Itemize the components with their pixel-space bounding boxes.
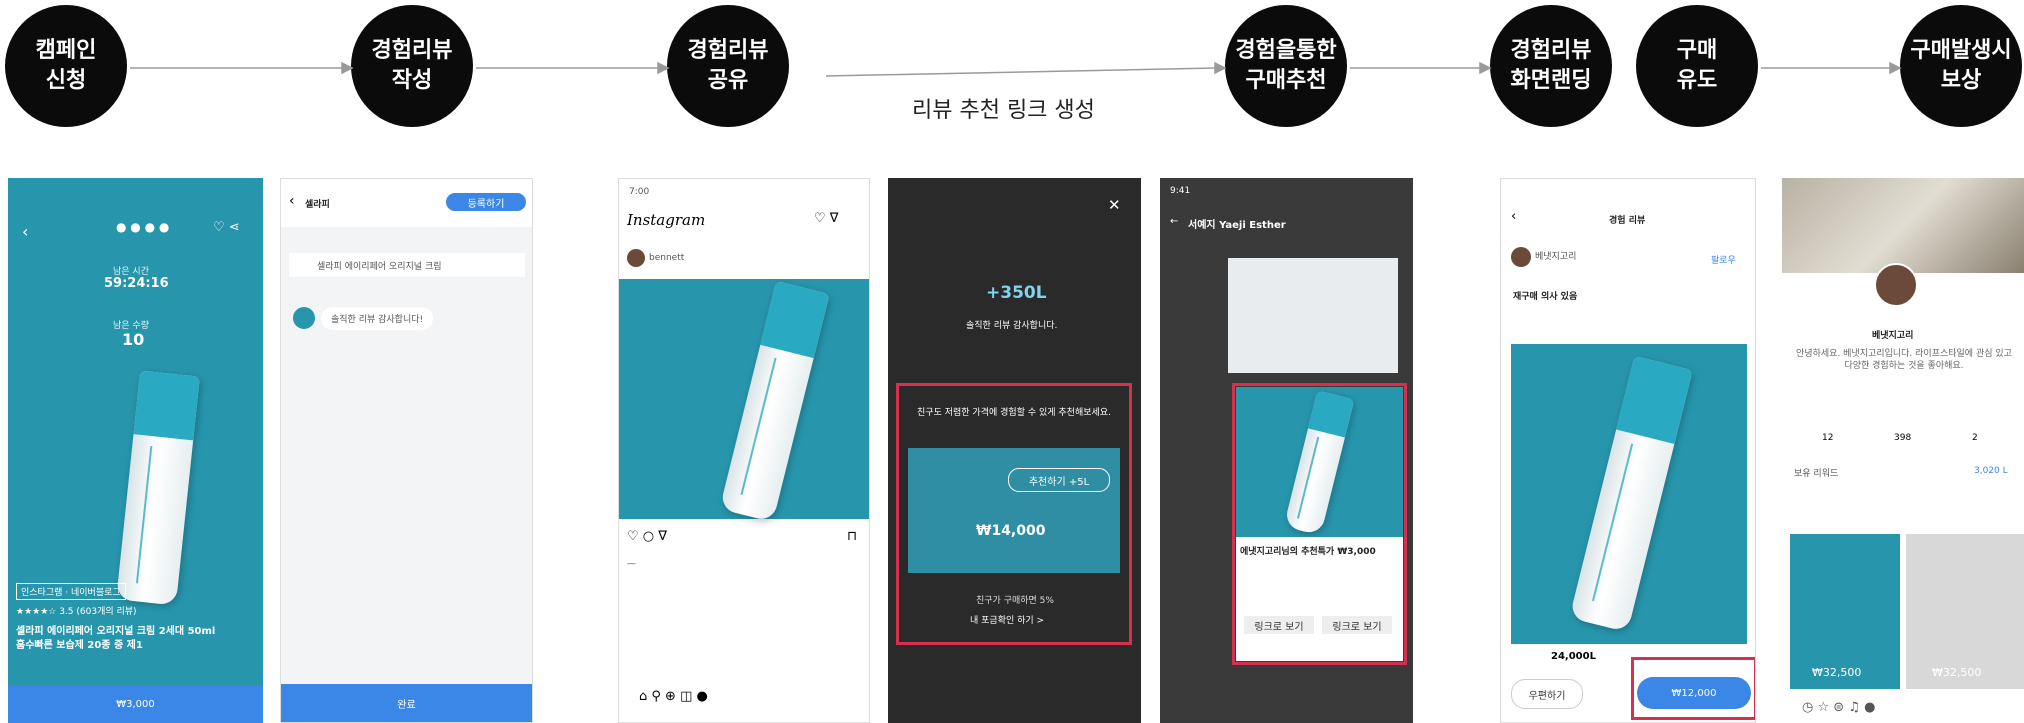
avatar	[627, 249, 645, 267]
nav-icons[interactable]: ⌂ ⚲ ⊕ ◫ ●	[639, 689, 708, 704]
link-caption: 리뷰 추천 링크 생성	[912, 98, 1095, 123]
follow-link[interactable]: 팔로우	[1711, 253, 1736, 266]
reward-note: 친구가 구매하면 5%	[976, 596, 1054, 606]
status-time: 7:00	[629, 187, 650, 197]
reward-label: 보유 리워드	[1794, 469, 1839, 479]
avatar	[1511, 247, 1531, 267]
rating: ★★★★☆ 3.5 (603개의 리뷰)	[16, 607, 137, 617]
cover-image	[1782, 178, 2024, 273]
stat-2: 398	[1894, 433, 1912, 443]
screen-profile: 베냇지고리 안녕하세요. 베냇지고리입니다. 라이프스타일에 관심 있고 다양한…	[1782, 178, 2024, 723]
stat-3: 2	[1972, 433, 1978, 443]
reward-price: ₩14,000	[976, 523, 1046, 539]
apply-price: ₩3,000	[116, 698, 155, 710]
back-icon[interactable]: ‹	[289, 193, 295, 209]
tag-badge: 인스타그램 · 네이버블로그	[16, 583, 126, 600]
thanks-text: 솔직한 리뷰 감사합니다.	[966, 321, 1058, 331]
buy-link-button[interactable]: 링크로 보기	[1322, 616, 1392, 634]
submit-label: 등록하기	[467, 198, 505, 210]
view-link-button[interactable]: 링크로 보기	[1244, 616, 1314, 634]
card-price-1: ₩32,500	[1812, 666, 1862, 679]
share-button[interactable]: 우편하기	[1511, 679, 1583, 709]
buy-button[interactable]: ₩12,000	[1637, 677, 1751, 709]
recommend-text: 친구도 저렴한 가격에 경험할 수 있게 추천해보세요.	[917, 408, 1111, 418]
heart-icon[interactable]: ♡ ∇	[814, 211, 838, 226]
recommend-label: 추천하기 +5L	[1028, 476, 1090, 488]
price-tag: 24,000L	[1551, 651, 1596, 662]
status-time: 9:41	[1170, 186, 1191, 196]
product-sub: 홈수빠른 보습제 20종 중 제1	[16, 640, 143, 651]
apply-button[interactable]: ₩3,000	[8, 685, 263, 723]
caption-text: —	[627, 559, 636, 569]
buy-price: ₩12,000	[1671, 687, 1717, 699]
back-icon[interactable]: ‹	[1511, 209, 1516, 224]
card-title: 에냇지고리님의 추천특가 ₩3,000	[1240, 547, 1376, 557]
user-name: bennett	[649, 253, 685, 263]
stat-1: 12	[1822, 433, 1834, 443]
heart-icon[interactable]: ♡ ⋖	[213, 220, 240, 235]
share-label: 우편하기	[1528, 690, 1566, 702]
like-icon[interactable]: ♡ ○ ∇	[627, 529, 667, 544]
screen-review-landing: ‹ 경험 리뷰 베냇지고리 팔로우 재구매 의사 있음 24,000L 우편하기…	[1500, 178, 1756, 723]
profile-intro: 안녕하세요. 베냇지고리입니다. 라이프스타일에 관심 있고 다양한 경험하는 …	[1796, 349, 2012, 371]
done-label: 완료	[397, 699, 416, 711]
screen-chat: 9:41 ← 서예지 Yaeji Esther 에냇지고리님의 추천특가 ₩3,…	[1160, 178, 1413, 723]
points: +350L	[986, 283, 1047, 303]
close-icon[interactable]: ✕	[1108, 196, 1121, 214]
recommend-button[interactable]: 추천하기 +5L	[1008, 468, 1110, 492]
screen-write-review: ‹ 셀라피 등록하기 셀라피 에이리페어 오리지널 크림 솔직한 리뷰 감사합니…	[280, 178, 533, 723]
count: 10	[122, 330, 145, 349]
screen-campaign: ‹ ● ● ● ● ♡ ⋖ 남은 시간 59:24:16 남은 수량 10 인스…	[8, 178, 263, 723]
back-icon[interactable]: ←	[1170, 216, 1178, 227]
dots-icon: ● ● ● ●	[116, 220, 170, 234]
reward-value: 3,020 L	[1974, 466, 2008, 476]
done-button[interactable]: 완료	[281, 684, 532, 722]
submit-button[interactable]: 등록하기	[446, 193, 526, 211]
nav-icons[interactable]: ◷ ☆ ⊜ ♫ ●	[1802, 700, 1875, 715]
back-icon[interactable]: ‹	[22, 222, 28, 241]
avatar	[293, 307, 315, 329]
app-title: Instagram	[627, 211, 706, 229]
screen-instagram: 7:00 Instagram ♡ ∇ bennett ♡ ○ ∇ ⊓ — ⌂ ⚲…	[618, 178, 870, 723]
write-title: 셀라피	[305, 200, 330, 210]
view-label: 링크로 보기	[1254, 621, 1304, 633]
avatar	[1874, 263, 1918, 307]
product-title: 셀라피 에이리페어 오리지널 크림 2세대 50ml	[16, 626, 216, 637]
reviewer-name: 베냇지고리	[1535, 252, 1577, 262]
chat-preview	[1228, 258, 1398, 373]
product-row: 셀라피 에이리페어 오리지널 크림	[317, 262, 442, 272]
chat-title: 서예지 Yaeji Esther	[1188, 220, 1286, 231]
card-price-2: ₩32,500	[1932, 666, 1982, 679]
bookmark-icon[interactable]: ⊓	[847, 529, 857, 544]
reward-link[interactable]: 내 포금확인 하기 >	[970, 613, 1044, 626]
recommend-card	[908, 448, 1120, 573]
timer: 59:24:16	[104, 276, 169, 291]
review-title: 경험 리뷰	[1609, 216, 1646, 226]
screen-reward: ✕ +350L 솔직한 리뷰 감사합니다. 친구도 저렴한 가격에 경험할 수 …	[888, 178, 1141, 723]
review-headline: 재구매 의사 있음	[1513, 292, 1578, 302]
profile-name: 베냇지고리	[1872, 331, 1914, 341]
product-image	[116, 370, 200, 606]
buy-label: 링크로 보기	[1332, 621, 1382, 633]
thanks-bubble: 솔직한 리뷰 감사합니다!	[321, 307, 434, 330]
